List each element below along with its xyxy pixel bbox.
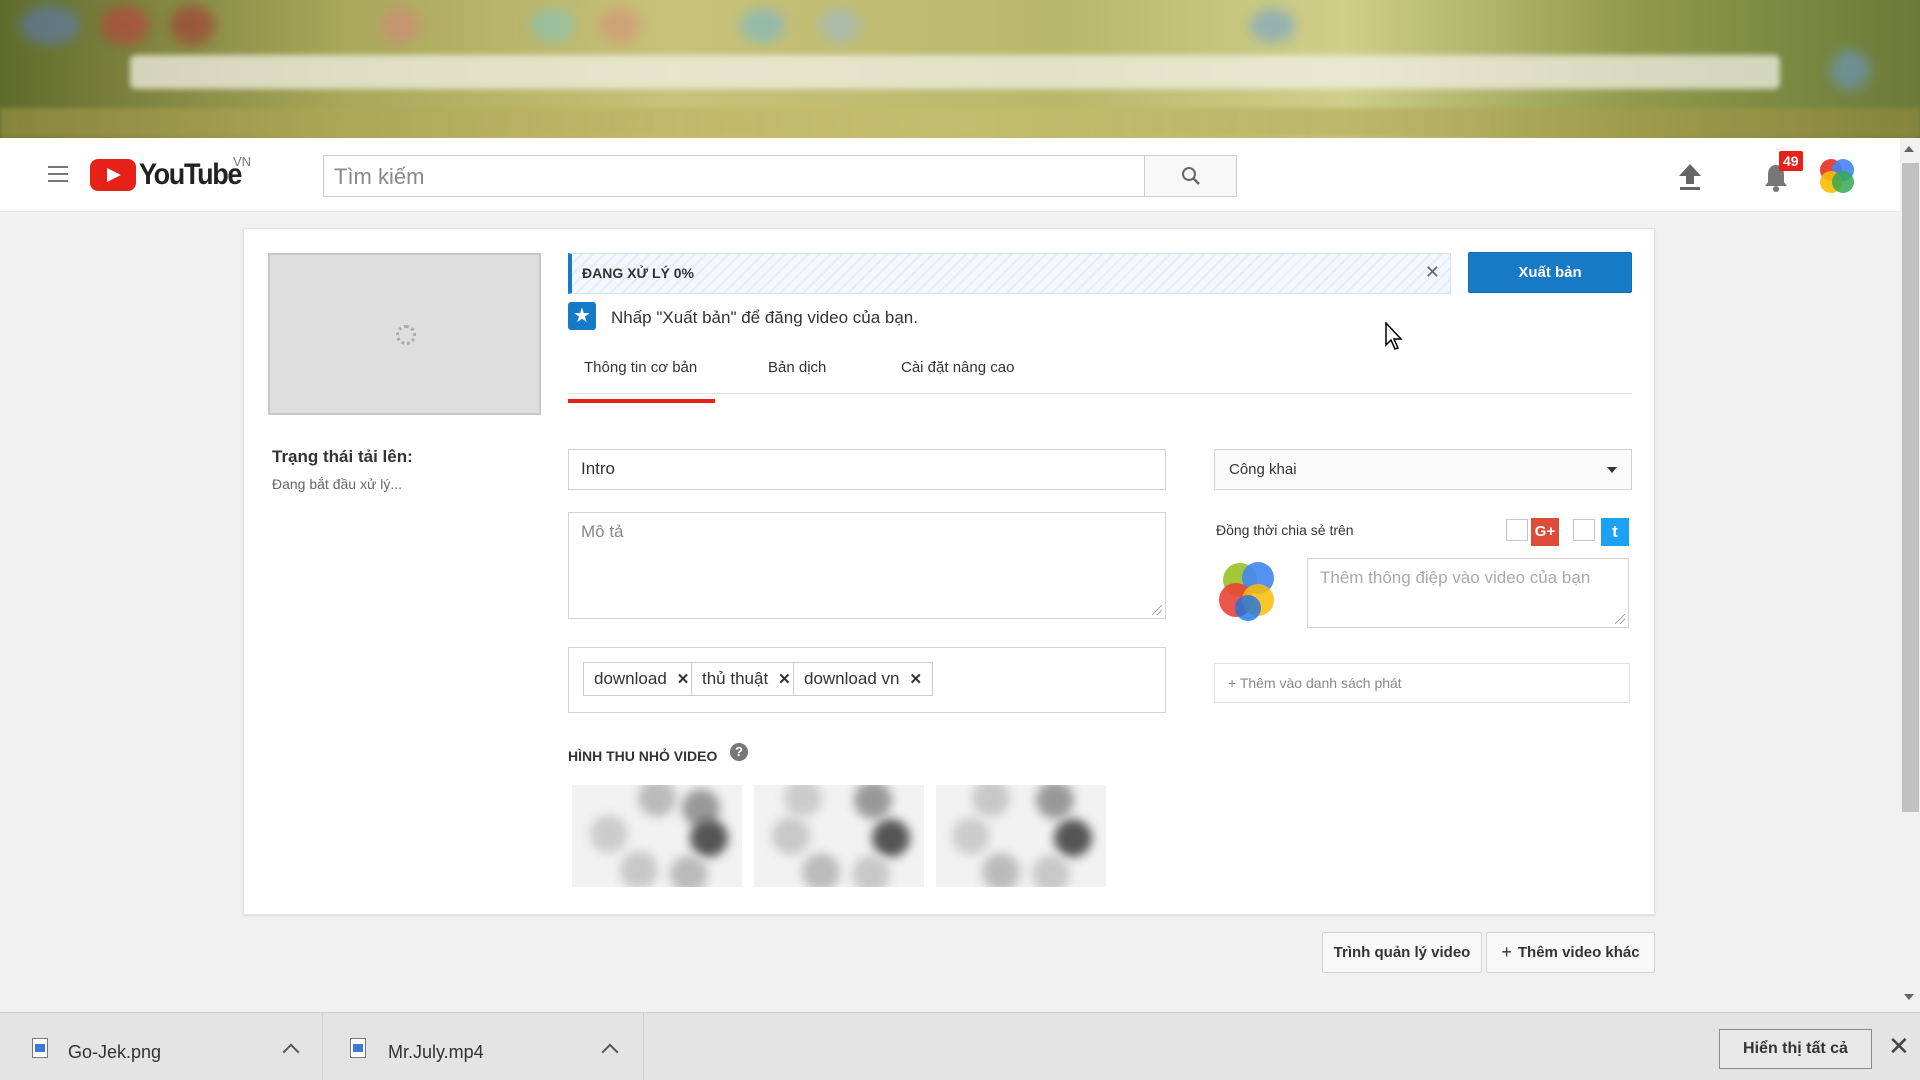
menu-icon[interactable] bbox=[48, 166, 68, 182]
remove-tag-icon[interactable]: ✕ bbox=[909, 670, 922, 688]
tab-advanced-settings[interactable]: Cài đặt nâng cao bbox=[901, 359, 1014, 376]
search-button[interactable] bbox=[1145, 155, 1237, 197]
progress-text: ĐANG XỬ LÝ 0% bbox=[582, 265, 694, 281]
scroll-up-arrow-icon[interactable] bbox=[1904, 146, 1914, 152]
tag-label: thủ thuật bbox=[702, 669, 769, 688]
search-input[interactable]: Tìm kiếm bbox=[323, 155, 1145, 197]
logo-country-code: VN bbox=[233, 154, 252, 169]
share-message-placeholder: Thêm thông điệp vào video của bạn bbox=[1320, 568, 1591, 587]
upload-tabs: Thông tin cơ bản Bản dịch Cài đặt nâng c… bbox=[567, 349, 1632, 403]
publish-hint: Nhấp "Xuất bản" để đăng video của bạn. bbox=[611, 308, 918, 327]
tag-chip: thủ thuật ✕ bbox=[691, 662, 802, 696]
tag-chip: download vn ✕ bbox=[793, 662, 934, 696]
star-icon: ★ bbox=[568, 302, 596, 330]
publish-button[interactable]: Xuất bản bbox=[1468, 252, 1632, 293]
scroll-down-arrow-icon[interactable] bbox=[1904, 994, 1914, 1000]
share-gplus-checkbox[interactable] bbox=[1506, 519, 1528, 541]
tab-translation[interactable]: Bản dịch bbox=[768, 359, 826, 376]
account-avatar[interactable] bbox=[1817, 156, 1857, 196]
upload-icon[interactable] bbox=[1677, 162, 1703, 192]
processing-progress-bar: ĐANG XỬ LÝ 0% ✕ bbox=[568, 253, 1451, 294]
chevron-up-icon[interactable] bbox=[601, 1043, 619, 1061]
privacy-value: Công khai bbox=[1229, 461, 1297, 478]
description-field[interactable]: Mô tả bbox=[568, 512, 1166, 619]
notification-count-badge: 49 bbox=[1779, 151, 1803, 171]
scrollbar-thumb[interactable] bbox=[1902, 163, 1919, 812]
tab-basic-info[interactable]: Thông tin cơ bản bbox=[567, 359, 716, 403]
upload-status-value: Đang bắt đầu xử lý... bbox=[272, 476, 402, 492]
youtube-logo[interactable]: YouTube VN bbox=[90, 154, 252, 192]
resize-grip-icon[interactable] bbox=[1152, 605, 1162, 615]
google-plus-icon: G+ bbox=[1531, 518, 1559, 546]
add-to-playlist-button[interactable]: + Thêm vào danh sách phát bbox=[1214, 663, 1630, 703]
tag-label: download vn bbox=[804, 669, 900, 688]
privacy-select[interactable]: Công khai bbox=[1214, 449, 1632, 490]
play-logo-icon bbox=[90, 159, 136, 191]
blurred-browser-chrome bbox=[0, 0, 1920, 138]
channel-avatar bbox=[1219, 562, 1274, 621]
add-more-videos-button[interactable]: + Thêm video khác bbox=[1486, 932, 1655, 973]
description-placeholder: Mô tả bbox=[581, 522, 624, 541]
tag-chip: download ✕ bbox=[583, 662, 701, 696]
title-field[interactable]: Intro bbox=[568, 449, 1166, 490]
video-file-icon bbox=[350, 1038, 366, 1058]
download-shelf: Go-Jek.png Mr.July.mp4 Hiển thị tất cả ✕ bbox=[0, 1012, 1920, 1080]
help-icon[interactable]: ? bbox=[730, 743, 748, 761]
twitter-icon: t bbox=[1601, 518, 1629, 546]
image-file-icon bbox=[32, 1038, 48, 1058]
upload-status-label: Trạng thái tải lên: bbox=[272, 447, 413, 466]
share-twitter-checkbox[interactable] bbox=[1573, 519, 1595, 541]
thumbnails-label: HÌNH THU NHỎ VIDEO bbox=[568, 748, 718, 764]
cancel-upload-icon[interactable]: ✕ bbox=[1425, 262, 1440, 283]
thumbnail-option-3[interactable] bbox=[936, 785, 1106, 887]
thumbnail-option-1[interactable] bbox=[572, 785, 742, 887]
remove-tag-icon[interactable]: ✕ bbox=[677, 670, 690, 688]
loading-spinner-icon bbox=[396, 325, 416, 345]
video-preview bbox=[268, 253, 541, 415]
search-icon bbox=[1181, 167, 1200, 185]
video-manager-button[interactable]: Trình quản lý video bbox=[1322, 932, 1482, 973]
upload-card: Trạng thái tải lên: Đang bắt đầu xử lý..… bbox=[243, 228, 1655, 915]
tags-field[interactable]: download ✕ thủ thuật ✕ download vn ✕ bbox=[568, 647, 1166, 713]
chevron-up-icon[interactable] bbox=[282, 1043, 300, 1061]
download-filename: Mr.July.mp4 bbox=[388, 1042, 484, 1062]
share-label: Đồng thời chia sẻ trên bbox=[1216, 522, 1354, 538]
plus-icon: + bbox=[1501, 942, 1512, 962]
masthead: YouTube VN Tìm kiếm 49 bbox=[0, 138, 1900, 212]
download-item[interactable]: Mr.July.mp4 bbox=[324, 1013, 644, 1080]
thumbnail-option-2[interactable] bbox=[754, 785, 924, 887]
download-filename: Go-Jek.png bbox=[68, 1042, 162, 1062]
logo-text: YouTube bbox=[139, 158, 242, 191]
add-more-label: Thêm video khác bbox=[1517, 944, 1640, 961]
download-item[interactable]: Go-Jek.png bbox=[0, 1013, 323, 1080]
show-all-downloads-button[interactable]: Hiển thị tất cả bbox=[1719, 1029, 1872, 1069]
share-message-field[interactable]: Thêm thông điệp vào video của bạn bbox=[1307, 558, 1629, 628]
mouse-cursor-icon bbox=[1385, 322, 1403, 350]
resize-grip-icon[interactable] bbox=[1615, 614, 1625, 624]
remove-tag-icon[interactable]: ✕ bbox=[778, 670, 791, 688]
tag-label: download bbox=[594, 669, 667, 688]
close-icon[interactable]: ✕ bbox=[1888, 1033, 1910, 1059]
dropdown-caret-icon bbox=[1607, 467, 1617, 473]
